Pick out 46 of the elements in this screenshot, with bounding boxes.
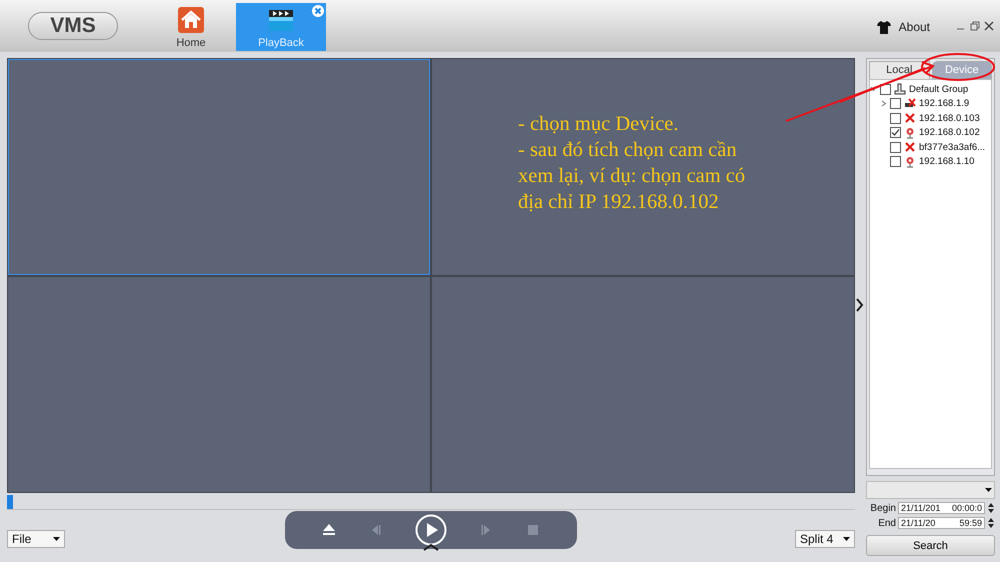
caret-icon [53, 537, 60, 541]
spinner-icon[interactable] [987, 502, 995, 514]
spinner-icon[interactable] [987, 517, 995, 529]
play-icon[interactable] [414, 514, 447, 546]
nav-tab[interactable]: Home [146, 0, 236, 51]
time-label: End [877, 518, 896, 528]
tree-label[interactable]: 192.168.0.102 [919, 127, 980, 138]
dropdown[interactable]: Split 4 [795, 530, 855, 548]
tree-label[interactable]: 192.168.0.103 [919, 112, 980, 124]
tree-label[interactable]: 192.168.1.9 [919, 98, 970, 110]
house-icon [178, 7, 204, 33]
caret-icon [985, 488, 992, 492]
tree-label[interactable]: 192.168.1.10 [919, 156, 974, 168]
caret-icon [843, 537, 850, 541]
tree-label[interactable]: Default Group [909, 84, 968, 95]
tab-label: PlayBack [258, 37, 304, 49]
dropdown[interactable]: File [7, 530, 65, 548]
clapperboard-icon [268, 7, 294, 33]
restore-icon[interactable] [970, 21, 980, 31]
offline-camera-icon [904, 112, 916, 124]
datetime-field[interactable]: 21/11/20 59:59 [898, 517, 985, 529]
search-button[interactable]: Search [866, 535, 995, 556]
checkbox[interactable] [890, 112, 901, 124]
time-label: Begin [869, 502, 896, 514]
tree-label[interactable]: bf377e3a3af6... [919, 142, 986, 153]
checkbox[interactable] [890, 156, 901, 168]
about-button[interactable]: About [876, 20, 930, 34]
tab-label: Home [176, 37, 206, 49]
close-icon[interactable] [312, 5, 324, 17]
annotation-text: - chọn mục Device. - sau đó tích chọn cam cần xem lại, ví dụ: chọn cam có địa chỉ IP 192.168.0.102 [518, 112, 746, 215]
app-logo: VMS [28, 12, 118, 40]
offline-camera-icon [904, 98, 916, 110]
video-pane[interactable]: - chọn mục Device. - sau đó tích chọn cam cần xem lại, ví dụ: chọn cam có địa chỉ IP 192.168.0.102 [432, 59, 854, 274]
camera-icon [904, 126, 916, 139]
timeline-marker[interactable] [7, 495, 13, 509]
chevron-up-icon[interactable] [423, 544, 439, 551]
group-icon [894, 83, 906, 96]
checkbox[interactable] [890, 142, 901, 153]
offline-camera-icon [904, 141, 916, 154]
close-icon[interactable] [984, 21, 994, 31]
timeline-track[interactable] [7, 495, 855, 510]
checkbox[interactable] [890, 127, 901, 138]
tshirt-icon [876, 20, 891, 34]
camera-icon [904, 156, 916, 168]
datetime-field[interactable]: 21/11/201 00:00:0 [898, 502, 985, 514]
checkbox[interactable] [890, 98, 901, 110]
